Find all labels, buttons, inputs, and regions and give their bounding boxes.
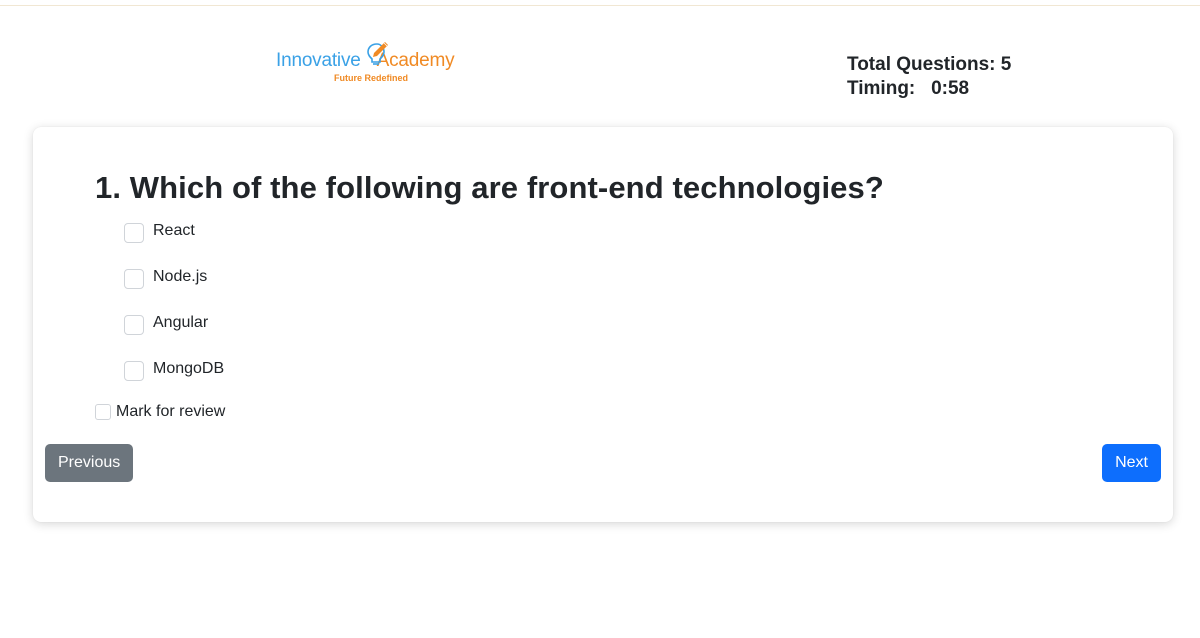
- academy-logo: Innovative Academy Future Redefined: [276, 40, 476, 88]
- option-label: Node.js: [153, 268, 208, 285]
- option-angular[interactable]: Angular: [124, 312, 224, 358]
- option-mongodb[interactable]: MongoDB: [124, 358, 224, 404]
- previous-button[interactable]: Previous: [45, 444, 134, 482]
- answer-options: React Node.js Angular MongoDB: [124, 220, 224, 404]
- lightbulb-pencil-icon: [367, 42, 388, 65]
- review-checkbox[interactable]: [95, 404, 111, 420]
- option-checkbox[interactable]: [124, 361, 144, 381]
- logo-word-innovative: Innovative: [276, 50, 361, 71]
- option-react[interactable]: React: [124, 220, 224, 266]
- total-questions: Total Questions: 5: [847, 54, 1012, 75]
- question-card: 1. Which of the following are front-end …: [33, 127, 1173, 522]
- option-label: MongoDB: [153, 360, 225, 377]
- option-checkbox[interactable]: [124, 315, 144, 335]
- question-title: 1. Which of the following are front-end …: [95, 170, 884, 205]
- top-divider: [0, 5, 1200, 6]
- timer: Timing: 0:58: [847, 78, 970, 99]
- next-button[interactable]: Next: [1102, 444, 1161, 482]
- mark-for-review[interactable]: Mark for review: [95, 403, 225, 421]
- option-checkbox[interactable]: [124, 223, 144, 243]
- option-label: Angular: [153, 314, 209, 331]
- quiz-stats: Total Questions: 5 Timing: 0:58: [847, 53, 1011, 101]
- option-nodejs[interactable]: Node.js: [124, 266, 224, 312]
- option-checkbox[interactable]: [124, 269, 144, 289]
- review-label: Mark for review: [116, 403, 226, 420]
- option-label: React: [153, 222, 195, 239]
- logo-tagline: Future Redefined: [334, 73, 409, 83]
